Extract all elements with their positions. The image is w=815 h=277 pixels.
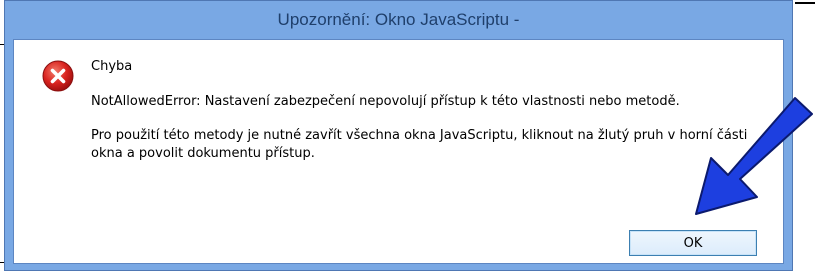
background-line bbox=[795, 2, 815, 4]
error-message: NotAllowedError: Nastavení zabezpečení n… bbox=[91, 94, 680, 109]
instruction-message: Pro použití této metody je nutné zavřít … bbox=[91, 127, 771, 163]
ok-button[interactable]: OK bbox=[629, 230, 757, 256]
instruction-line: okna a povolit dokumentu přístup. bbox=[91, 146, 315, 161]
error-icon bbox=[42, 60, 74, 92]
dialog-body: Chyba NotAllowedError: Nastavení zabezpe… bbox=[13, 39, 784, 264]
dialog-titlebar[interactable]: Upozornění: Okno JavaScriptu - bbox=[5, 1, 792, 39]
instruction-line: Pro použití této metody je nutné zavřít … bbox=[91, 128, 748, 143]
dialog-heading: Chyba bbox=[91, 59, 133, 74]
javascript-alert-dialog: Upozornění: Okno JavaScriptu - Chyba Not… bbox=[4, 0, 793, 271]
dialog-title: Upozornění: Okno JavaScriptu - bbox=[277, 10, 520, 29]
